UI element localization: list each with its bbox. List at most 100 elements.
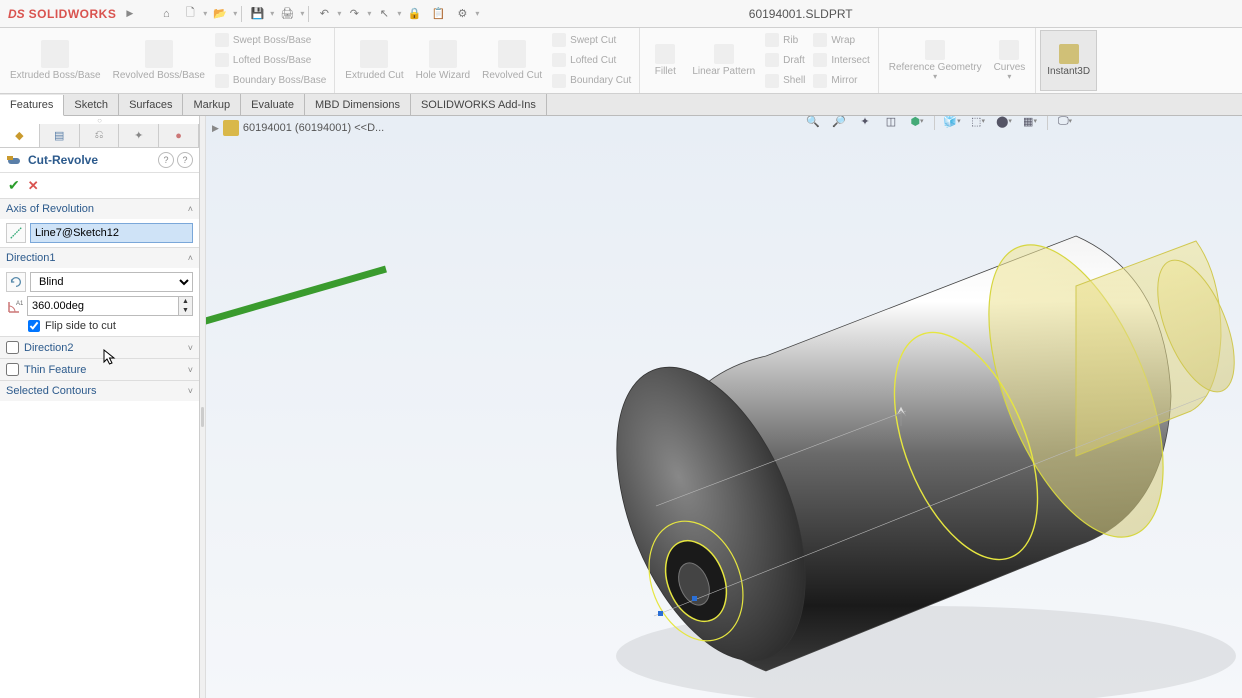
- panel-handle[interactable]: ○: [0, 116, 199, 124]
- boundary-cut-button[interactable]: Boundary Cut: [548, 73, 635, 89]
- graphics-viewport[interactable]: ▶ 60194001 (60194001) <<D... 🔍 🔎 ✦ ◫ ⬢▾ …: [206, 116, 1242, 698]
- panel-tab-display-icon[interactable]: ✦: [119, 124, 159, 147]
- document-title: 60194001.SLDPRT: [479, 7, 1242, 21]
- section-direction1-title: Direction1: [6, 252, 56, 264]
- panel-tab-tree-icon[interactable]: ▤: [40, 124, 80, 147]
- tab-evaluate[interactable]: Evaluate: [241, 94, 305, 115]
- rib-button[interactable]: Rib: [761, 32, 809, 48]
- panel-tab-appearance-icon[interactable]: ●: [159, 124, 199, 147]
- reverse-direction-icon[interactable]: [6, 272, 26, 292]
- section-contours: Selected Contours ˅: [0, 380, 199, 401]
- end-condition-select[interactable]: Blind: [30, 272, 193, 292]
- mirror-button[interactable]: Mirror: [809, 73, 873, 89]
- extruded-cut-button[interactable]: Extruded Cut: [339, 30, 409, 91]
- angle-input[interactable]: [27, 296, 179, 316]
- ok-button[interactable]: ✔: [8, 177, 20, 194]
- extruded-boss-button[interactable]: Extruded Boss/Base: [4, 30, 107, 91]
- section-contours-title: Selected Contours: [6, 385, 97, 397]
- help-button[interactable]: ?: [177, 152, 193, 168]
- draft-button[interactable]: Draft: [761, 52, 809, 68]
- options-icon[interactable]: ⚙: [451, 3, 473, 25]
- tab-addins[interactable]: SOLIDWORKS Add-Ins: [411, 94, 547, 115]
- shell-button[interactable]: Shell: [761, 73, 809, 89]
- chevron-down-icon: ˅: [188, 386, 193, 396]
- linear-pattern-button[interactable]: Linear Pattern: [686, 30, 761, 91]
- open-icon[interactable]: 📂: [209, 3, 231, 25]
- axis-select-icon[interactable]: [6, 223, 26, 243]
- logo-text: SOLIDWORKS: [29, 7, 117, 21]
- flip-side-checkbox[interactable]: [28, 320, 40, 332]
- angle-spinner[interactable]: ▲▼: [179, 296, 193, 316]
- doc-props-icon[interactable]: 📋: [427, 3, 449, 25]
- angle-icon: A1: [6, 296, 23, 316]
- wrap-button[interactable]: Wrap: [809, 32, 873, 48]
- section-contours-header[interactable]: Selected Contours ˅: [0, 381, 199, 401]
- swept-boss-button[interactable]: Swept Boss/Base: [211, 32, 330, 48]
- section-direction2-title: Direction2: [24, 342, 74, 354]
- select-icon[interactable]: ↖: [373, 3, 395, 25]
- flip-side-checkbox-row[interactable]: Flip side to cut: [6, 320, 193, 332]
- section-direction2-header[interactable]: Direction2 ˅: [0, 337, 199, 358]
- panel-tabs: ◆ ▤ ⎌ ✦ ●: [0, 124, 199, 148]
- tab-features[interactable]: Features: [0, 95, 64, 116]
- panel-tab-config-icon[interactable]: ⎌: [80, 124, 120, 147]
- tab-mbd[interactable]: MBD Dimensions: [305, 94, 411, 115]
- section-thin-feature: Thin Feature ˅: [0, 358, 199, 380]
- tab-markup[interactable]: Markup: [183, 94, 241, 115]
- section-axis: Axis of Revolution ˄: [0, 198, 199, 247]
- svg-text:A1: A1: [16, 301, 23, 307]
- menu-expand-icon[interactable]: ▶: [120, 8, 139, 19]
- save-icon[interactable]: 💾: [246, 3, 268, 25]
- chevron-up-icon: ˄: [188, 204, 193, 214]
- boundary-boss-button[interactable]: Boundary Boss/Base: [211, 73, 330, 89]
- ribbon-group-boss: Extruded Boss/Base Revolved Boss/Base Sw…: [0, 28, 335, 93]
- model-preview: [206, 116, 1242, 698]
- hole-wizard-button[interactable]: Hole Wizard: [410, 30, 476, 91]
- axis-input[interactable]: [30, 223, 193, 243]
- curves-button[interactable]: Curves▾: [988, 30, 1032, 91]
- property-manager: ○ ◆ ▤ ⎌ ✦ ● Cut-Revolve ? ? ✔ ✕ Axis of …: [0, 116, 200, 698]
- section-thin-header[interactable]: Thin Feature ˅: [0, 359, 199, 380]
- feature-title-row: Cut-Revolve ? ?: [0, 148, 199, 173]
- direction2-checkbox[interactable]: [6, 341, 19, 354]
- thin-feature-checkbox[interactable]: [6, 363, 19, 376]
- spin-down-icon: ▼: [179, 306, 192, 315]
- redo-icon[interactable]: ↷: [343, 3, 365, 25]
- intersect-button[interactable]: Intersect: [809, 52, 873, 68]
- main-area: ○ ◆ ▤ ⎌ ✦ ● Cut-Revolve ? ? ✔ ✕ Axis of …: [0, 116, 1242, 698]
- panel-tab-feature-icon[interactable]: ◆: [0, 124, 40, 147]
- rebuild-icon[interactable]: 🔒: [403, 3, 425, 25]
- reference-geometry-button[interactable]: Reference Geometry▾: [883, 30, 988, 91]
- lofted-cut-button[interactable]: Lofted Cut: [548, 52, 635, 68]
- chevron-down-icon: ˅: [188, 365, 193, 375]
- lofted-boss-button[interactable]: Lofted Boss/Base: [211, 52, 330, 68]
- section-axis-header[interactable]: Axis of Revolution ˄: [0, 199, 199, 219]
- undo-icon[interactable]: ↶: [313, 3, 335, 25]
- swept-cut-button[interactable]: Swept Cut: [548, 32, 635, 48]
- command-tabs: Features Sketch Surfaces Markup Evaluate…: [0, 94, 1242, 116]
- confirm-row: ✔ ✕: [0, 173, 199, 198]
- ribbon: Extruded Boss/Base Revolved Boss/Base Sw…: [0, 28, 1242, 94]
- feature-name-label: Cut-Revolve: [28, 153, 98, 167]
- ribbon-group-instant3d: Instant3D: [1036, 28, 1101, 93]
- home-icon[interactable]: ⌂: [155, 3, 177, 25]
- section-axis-title: Axis of Revolution: [6, 203, 94, 215]
- instant3d-button[interactable]: Instant3D: [1040, 30, 1097, 91]
- cancel-button[interactable]: ✕: [28, 178, 39, 194]
- tab-surfaces[interactable]: Surfaces: [119, 94, 183, 115]
- title-bar: DS SOLIDWORKS ▶ ⌂ 🗋 ▾ 📂 ▾ 💾 ▾ 🖨 ▾ ↶ ▾ ↷ …: [0, 0, 1242, 28]
- logo-ds-icon: DS: [8, 7, 25, 21]
- section-direction1-header[interactable]: Direction1 ˄: [0, 248, 199, 268]
- app-logo: DS SOLIDWORKS ▶: [0, 7, 147, 21]
- tab-sketch[interactable]: Sketch: [64, 94, 119, 115]
- revolved-cut-button[interactable]: Revolved Cut: [476, 30, 548, 91]
- revolved-boss-button[interactable]: Revolved Boss/Base: [107, 30, 211, 91]
- help-detailed-button[interactable]: ?: [158, 152, 174, 168]
- fillet-button[interactable]: Fillet: [644, 30, 686, 91]
- new-icon[interactable]: 🗋: [179, 3, 201, 25]
- section-thin-title: Thin Feature: [24, 364, 86, 376]
- print-icon[interactable]: 🖨: [276, 3, 298, 25]
- ribbon-group-cut: Extruded Cut Hole Wizard Revolved Cut Sw…: [335, 28, 640, 93]
- spin-up-icon: ▲: [179, 297, 192, 306]
- quick-access-toolbar: ⌂ 🗋 ▾ 📂 ▾ 💾 ▾ 🖨 ▾ ↶ ▾ ↷ ▾ ↖ ▾ 🔒 📋 ⚙ ▾: [147, 3, 479, 25]
